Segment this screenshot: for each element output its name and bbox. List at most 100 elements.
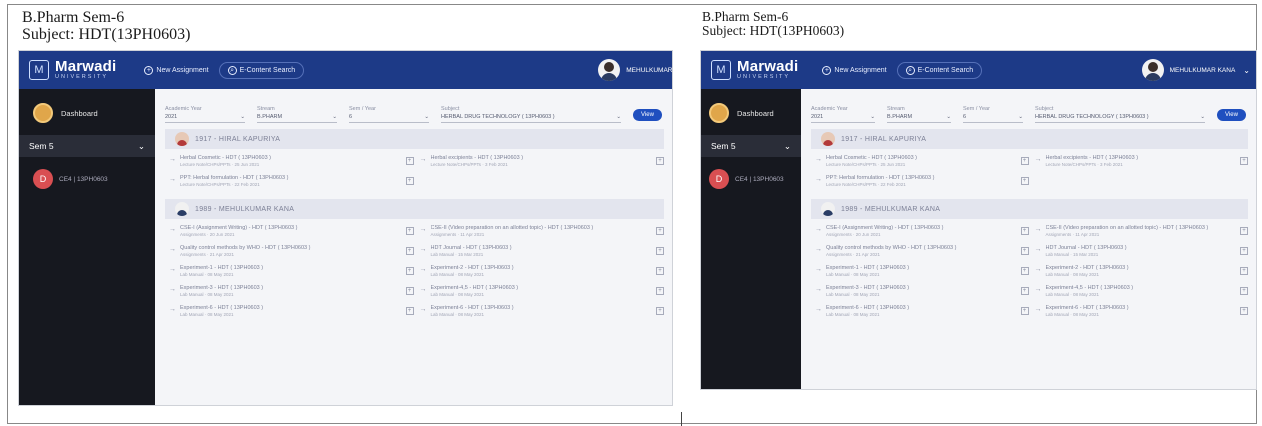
sidebar-item-subject[interactable]: D CE4 | 13PH0603 [701, 157, 801, 189]
list-item[interactable]: → HDT Journal - HDT ( 13PH0603 ) Lab Manua… [420, 245, 664, 257]
stream-filter[interactable]: Stream B.PHARM ⌄ [887, 106, 951, 123]
list-item[interactable]: → CSE-I (Assignment Writing) - HDT ( 13PH… [169, 225, 414, 237]
expand-icon: + [405, 157, 414, 165]
list-item[interactable]: → CSE-II (Video preparation on an allotte… [1034, 225, 1248, 237]
filter-row: Academic Year 2021 ⌄ Stream B.PHARM ⌄ Sem … [155, 89, 672, 123]
brand-name: Marwadi [55, 58, 117, 76]
dashboard-icon [33, 103, 53, 123]
subject-badge: D [33, 169, 53, 189]
list-item[interactable]: → Experiment-2 - HDT ( 13PH0603 ) Lab Manu… [1034, 265, 1248, 277]
expand-icon: + [656, 227, 664, 235]
arrow-right-icon: → [815, 266, 822, 273]
expand-icon: + [1020, 177, 1029, 185]
heading-subject: Subject: HDT(13PH0603) [22, 25, 191, 43]
view-button[interactable]: View [633, 109, 662, 121]
econtent-search-button[interactable]: ⌕ E-Content Search [896, 61, 983, 79]
content-list: → CSE-I (Assignment Writing) - HDT ( 13PH… [801, 219, 1256, 325]
sem-filter[interactable]: Sem / Year 6 ⌄ [349, 106, 429, 123]
list-item[interactable]: → Quality control methods by WHO - HDT ( … [169, 245, 414, 257]
chevron-down-icon: ⌄ [137, 140, 145, 151]
list-item[interactable]: → Experiment-3 - HDT ( 13PH0603 ) Lab Manu… [815, 285, 1029, 297]
list-item[interactable]: → Experiment-1 - HDT ( 13PH0603 ) Lab Manu… [169, 265, 414, 277]
list-item[interactable]: → Experiment-1 - HDT ( 13PH0603 ) Lab Manu… [815, 265, 1029, 277]
econtent-search-button[interactable]: ⌕ E-Content Search [218, 61, 305, 79]
faculty-header: 1989 - MEHULKUMAR KANA [811, 199, 1248, 219]
subject-badge: D [709, 169, 729, 189]
list-item[interactable]: → PPT: Herbal formulation - HDT ( 13PH060… [815, 175, 1029, 187]
sidebar-item-dashboard[interactable]: Dashboard [19, 89, 155, 123]
expand-icon: + [405, 177, 414, 185]
expand-icon: + [1240, 157, 1248, 165]
chevron-down-icon: ⌄ [783, 140, 791, 151]
academic-year-filter[interactable]: Academic Year 2021 ⌄ [811, 106, 875, 123]
chevron-down-icon: ⌄ [1243, 65, 1250, 75]
expand-icon: + [1240, 307, 1248, 315]
academic-year-filter[interactable]: Academic Year 2021 ⌄ [165, 106, 245, 123]
sem-filter[interactable]: Sem / Year 6 ⌄ [963, 106, 1023, 123]
list-item[interactable]: → Quality control methods by WHO - HDT ( … [815, 245, 1029, 257]
list-item[interactable]: → HDT Journal - HDT ( 13PH0603 ) Lab Manua… [1035, 245, 1248, 257]
list-item[interactable]: → Herbal Cosmetic - HDT ( 13PH0603 ) Lectu… [169, 155, 414, 167]
user-menu[interactable]: MEHULKUMAR KANA [598, 59, 672, 81]
arrow-right-icon: → [1034, 266, 1042, 273]
content-list: → CSE-I (Assignment Writing) - HDT ( 13PH… [155, 219, 672, 325]
subject-filter[interactable]: Subject HERBAL DRUG TECHNOLOGY ( 13PH060… [441, 106, 621, 123]
arrow-right-icon: → [1034, 286, 1042, 293]
sidebar-item-dashboard[interactable]: Dashboard [701, 89, 801, 123]
list-item[interactable]: → Experiment-6 - HDT ( 13PH0603 ) Lab Manu… [815, 305, 1029, 317]
sidebar-sem-toggle[interactable]: Sem 5 ⌄ [19, 135, 155, 157]
left-heading: B.Pharm Sem-6 Subject: HDT(13PH0603) [22, 9, 191, 44]
brand-sub: UNIVERSITY [55, 74, 109, 81]
arrow-right-icon: → [419, 266, 427, 273]
arrow-right-icon: → [169, 306, 176, 313]
arrow-right-icon: → [1034, 226, 1042, 233]
list-item[interactable]: → Herbal Cosmetic - HDT ( 13PH0603 ) Lectu… [815, 155, 1029, 167]
avatar [1141, 59, 1164, 81]
university-logo[interactable]: M Marwadi UNIVERSITY [29, 59, 116, 81]
expand-icon: + [656, 267, 664, 275]
list-item[interactable]: → Experiment-6 - HDT ( 13PH0603 ) Lab Manu… [169, 305, 414, 317]
sidebar-sem-toggle[interactable]: Sem 5 ⌄ [701, 135, 801, 157]
list-item[interactable]: → Experiment-3 - HDT ( 13PH0603 ) Lab Manu… [169, 285, 414, 297]
filter-row: Academic Year 2021 ⌄ Stream B.PHARM ⌄ Sem … [801, 89, 1256, 123]
arrow-right-icon: → [815, 246, 822, 253]
subject-filter[interactable]: Subject HERBAL DRUG TECHNOLOGY ( 13PH060… [1035, 106, 1205, 123]
list-item[interactable]: → Experiment-4,5 - HDT ( 13PH0603 ) Lab Ma… [1034, 285, 1248, 297]
arrow-right-icon: → [815, 306, 822, 313]
user-menu[interactable]: MEHULKUMAR KANA ⌄ [1141, 59, 1250, 81]
arrow-right-icon: → [419, 226, 427, 233]
chevron-down-icon: ⌄ [332, 114, 337, 120]
arrow-right-icon: → [1034, 156, 1042, 163]
expand-icon: + [1240, 287, 1248, 295]
arrow-right-icon: → [169, 246, 176, 253]
search-icon: ⌕ [227, 65, 237, 75]
heading-program: B.Pharm Sem-6 [22, 9, 125, 26]
faculty-header: 1917 - HIRAL KAPURIYA [811, 129, 1248, 149]
list-item[interactable]: → CSE-II (Video preparation on an allotte… [419, 225, 664, 237]
list-item[interactable]: → Experiment-6 - HDT ( 13PH0603 ) Lab Manu… [1035, 305, 1248, 317]
avatar [598, 59, 621, 81]
list-item[interactable]: → Experiment-2 - HDT ( 13PH0603 ) Lab Manu… [419, 265, 664, 277]
search-icon: ⌕ [905, 65, 915, 75]
list-item[interactable]: → Experiment-6 - HDT ( 13PH0603 ) Lab Manu… [420, 305, 664, 317]
list-item[interactable]: → PPT: Herbal formulation - HDT ( 13PH060… [169, 175, 414, 187]
list-item[interactable]: → Herbal excipients - HDT ( 13PH0603 ) Lec… [1034, 155, 1248, 167]
expand-icon: + [656, 247, 664, 255]
expand-icon: + [1020, 307, 1029, 315]
chevron-down-icon: ⌄ [946, 114, 951, 120]
new-assignment-button[interactable]: + New Assignment [144, 65, 209, 75]
new-assignment-button[interactable]: + New Assignment [822, 65, 887, 75]
stream-filter[interactable]: Stream B.PHARM ⌄ [257, 106, 337, 123]
university-logo[interactable]: M Marwadi UNIVERSITY [711, 59, 798, 81]
main-content: Academic Year 2021 ⌄ Stream B.PHARM ⌄ Sem … [155, 89, 672, 405]
list-item[interactable]: → CSE-I (Assignment Writing) - HDT ( 13PH… [815, 225, 1029, 237]
arrow-right-icon: → [169, 266, 176, 273]
plus-icon: + [822, 65, 832, 75]
arrow-right-icon: → [815, 156, 822, 163]
chevron-down-icon: ⌄ [240, 114, 245, 120]
expand-icon: + [656, 287, 664, 295]
view-button[interactable]: View [1217, 109, 1246, 121]
list-item[interactable]: → Herbal excipients - HDT ( 13PH0603 ) Lec… [420, 155, 664, 167]
list-item[interactable]: → Experiment-4,5 - HDT ( 13PH0603 ) Lab Ma… [420, 285, 664, 297]
sidebar-item-subject[interactable]: D CE4 | 13PH0603 [19, 157, 155, 189]
